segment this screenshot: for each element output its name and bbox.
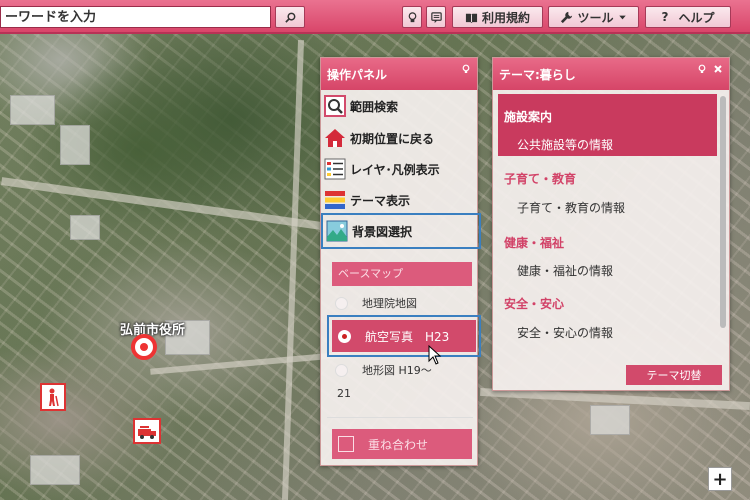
return-home-item[interactable]: 初期位置に戻る <box>324 126 478 150</box>
search-icon <box>284 12 295 23</box>
comment-button[interactable] <box>426 6 446 28</box>
keyword-search-input[interactable]: ーワードを入力 <box>0 6 271 28</box>
range-search-item[interactable]: 範囲検索 <box>324 94 478 118</box>
theme-item-public-facilities[interactable]: 公共施設等の情報 <box>517 136 613 153</box>
top-toolbar: ーワードを入力 利用規約 ツール ? ヘルプ <box>0 0 750 34</box>
theme-panel: テーマ:暮らし 施設案内 公共施設等の情報 子育て・教育 子育て・教育の情報 健… <box>492 57 730 391</box>
help-label: ヘルプ <box>678 10 715 25</box>
map-building <box>60 125 90 165</box>
map-building <box>10 95 55 125</box>
theme-panel-header[interactable]: テーマ:暮らし <box>493 58 729 90</box>
theme-switch-button[interactable]: テーマ切替 <box>626 365 722 385</box>
theme-item-health[interactable]: 健康・福祉の情報 <box>517 262 613 279</box>
layer-legend-label: レイヤ･凡例表示 <box>350 162 440 177</box>
map-road <box>281 40 305 500</box>
lightbulb-icon[interactable] <box>697 64 707 74</box>
question-icon: ? <box>661 10 669 24</box>
basemap-option-topographic[interactable]: 地形図 H19～ <box>335 359 475 381</box>
landscape-icon <box>326 220 348 242</box>
overlay-label: 重ね合わせ <box>368 437 429 452</box>
basemap-option-label: 航空写真 H23 <box>365 329 450 344</box>
basemap-radio[interactable] <box>335 296 348 310</box>
divider <box>327 417 473 418</box>
basemap-radio[interactable] <box>335 363 348 377</box>
basemap-radio-selected[interactable] <box>338 329 351 343</box>
chevron-down-icon <box>618 15 626 19</box>
fire-station-icon[interactable] <box>133 418 161 444</box>
basemap-option-label-wrap: 21 <box>337 386 351 400</box>
elderly-facility-icon[interactable] <box>40 383 66 411</box>
city-hall-marker[interactable] <box>131 334 157 360</box>
map-building <box>70 215 100 240</box>
close-icon[interactable] <box>713 64 723 74</box>
background-map-select-item[interactable]: 背景図選択 <box>321 213 481 249</box>
operation-panel-title: 操作パネル <box>327 67 388 82</box>
basemap-option-label: 地形図 H19～ <box>362 364 432 377</box>
legend-icon <box>324 158 346 180</box>
city-hall-label: 弘前市役所 <box>120 323 186 338</box>
overlay-checkbox[interactable] <box>338 436 354 452</box>
theme-category-name: 施設案内 <box>504 110 553 124</box>
terms-of-use-label: 利用規約 <box>481 10 530 25</box>
operation-panel: 操作パネル 範囲検索 初期位置に戻る レイヤ･凡例表示 テーマ表示 背景図選択 … <box>320 57 481 466</box>
book-icon <box>465 13 478 23</box>
theme-category-facilities[interactable]: 施設案内 公共施設等の情報 <box>498 94 717 156</box>
mouse-cursor-icon <box>428 345 442 365</box>
theme-category-health[interactable]: 健康・福祉 <box>504 234 564 251</box>
basemap-header: ベースマップ <box>332 262 472 286</box>
background-map-select-label: 背景図選択 <box>352 224 413 239</box>
map-building <box>590 405 630 435</box>
zoom-in-button[interactable]: + <box>708 467 732 491</box>
terms-of-use-button[interactable]: 利用規約 <box>452 6 543 28</box>
layer-legend-item[interactable]: レイヤ･凡例表示 <box>324 157 478 181</box>
wrench-icon <box>561 11 573 23</box>
basemap-option-label: 地理院地図 <box>362 297 417 310</box>
help-button[interactable]: ? ヘルプ <box>645 6 731 28</box>
map-building <box>30 455 80 485</box>
theme-category-safety[interactable]: 安全・安心 <box>504 295 564 312</box>
basemap-option-aerial-photo[interactable]: 航空写真 H23 <box>327 315 481 357</box>
lightbulb-icon <box>408 11 416 22</box>
theme-icon <box>324 189 346 211</box>
theme-scrollbar[interactable] <box>720 96 726 328</box>
basemap-option-gsi[interactable]: 地理院地図 <box>335 292 475 314</box>
tools-menu-button[interactable]: ツール <box>548 6 639 28</box>
lightbulb-icon[interactable] <box>461 64 471 74</box>
lightbulb-button[interactable] <box>402 6 422 28</box>
theme-panel-title: テーマ:暮らし <box>499 67 576 82</box>
theme-item-childcare[interactable]: 子育て・教育の情報 <box>517 199 625 216</box>
tools-label: ツール <box>577 10 614 25</box>
operation-panel-header[interactable]: 操作パネル <box>321 58 477 90</box>
theme-display-item[interactable]: テーマ表示 <box>324 188 478 212</box>
home-icon <box>324 127 346 149</box>
magnifier-icon <box>324 95 346 117</box>
range-search-label: 範囲検索 <box>350 99 399 114</box>
map-road <box>1 177 329 231</box>
theme-display-label: テーマ表示 <box>350 193 411 208</box>
theme-category-childcare[interactable]: 子育て・教育 <box>504 170 576 187</box>
search-button[interactable] <box>275 6 305 28</box>
theme-item-safety[interactable]: 安全・安心の情報 <box>517 324 613 341</box>
return-home-label: 初期位置に戻る <box>350 131 435 146</box>
overlay-toggle[interactable]: 重ね合わせ <box>332 429 472 459</box>
basemap-option-wrap: 21 <box>337 382 477 404</box>
comment-icon <box>430 11 442 23</box>
